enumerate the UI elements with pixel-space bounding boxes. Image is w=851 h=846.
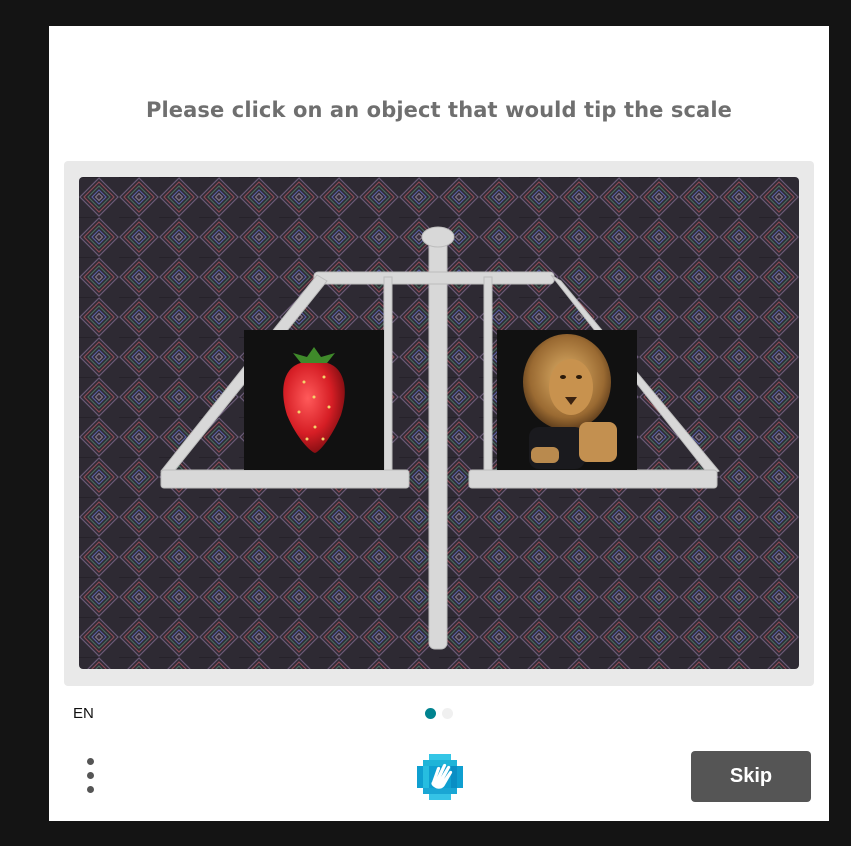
hcaptcha-logo (415, 752, 465, 802)
pager-dot-active (425, 708, 436, 719)
challenge-prompt: Please click on an object that would tip… (146, 98, 732, 122)
vertical-dots-icon-dot (87, 772, 94, 779)
skip-button[interactable]: Skip (691, 751, 811, 802)
strawberry-object[interactable] (244, 330, 384, 470)
hcaptcha-hand-icon (417, 754, 463, 800)
task-frame (64, 161, 814, 686)
challenge-pager (425, 708, 453, 719)
captcha-dialog: Please click on an object that would tip… (49, 26, 829, 821)
menu-button[interactable] (79, 753, 103, 797)
vertical-dots-icon (87, 758, 94, 765)
language-selector[interactable]: EN (73, 705, 94, 722)
vertical-dots-icon-dot (87, 786, 94, 793)
task-image[interactable] (79, 177, 799, 669)
lion-object[interactable] (497, 330, 637, 470)
pager-dot (442, 708, 453, 719)
